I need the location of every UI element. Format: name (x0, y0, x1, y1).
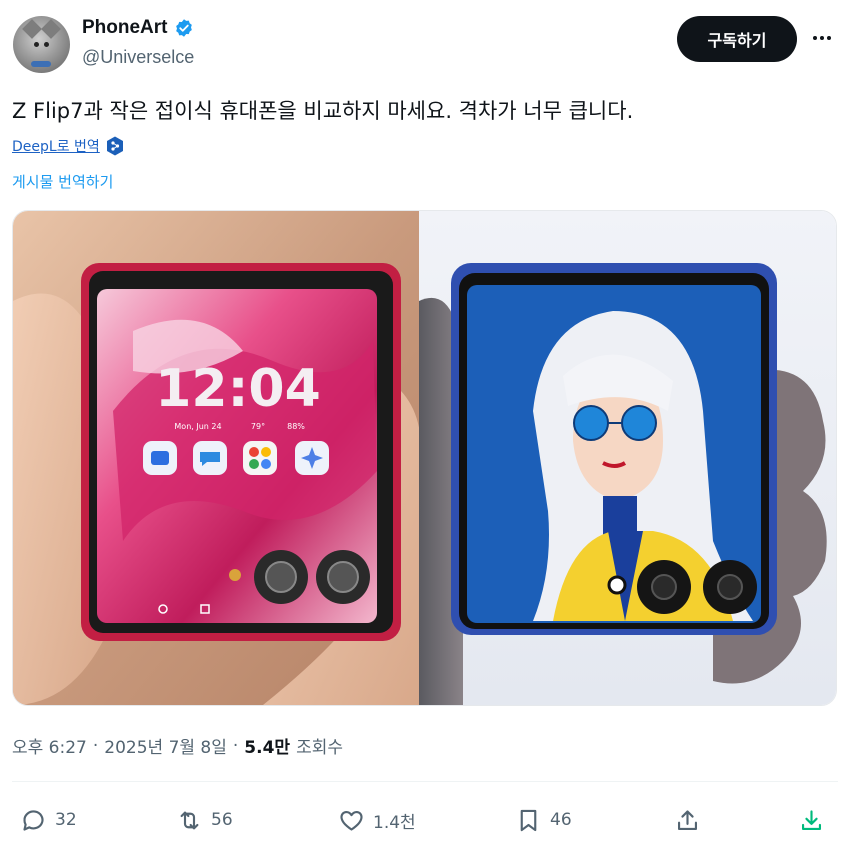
meta-separator: · (232, 735, 239, 756)
left-phone-weather: 79° (251, 422, 265, 431)
like-button[interactable]: 1.4천 (338, 800, 416, 840)
reply-button[interactable]: 32 (20, 800, 77, 840)
left-flash (229, 569, 241, 581)
tweet-date[interactable]: 2025년 7월 8일 (104, 733, 227, 758)
more-horizontal-icon[interactable] (808, 24, 836, 52)
reply-count: 32 (55, 810, 77, 830)
repost-button[interactable]: 56 (176, 800, 233, 840)
author-avatar[interactable] (13, 16, 70, 73)
left-phone-battery: 88% (287, 422, 305, 431)
avatar-ear (22, 19, 42, 39)
author-display-name[interactable]: PhoneArt (82, 17, 168, 39)
tweet-time[interactable]: 오후 6:27 (12, 733, 87, 758)
like-count: 1.4천 (373, 812, 416, 833)
tweet-text: Z Flip7과 작은 접이식 휴대폰을 비교하지 마세요. 격차가 너무 큽니… (12, 99, 634, 123)
download-button[interactable] (798, 800, 825, 840)
photos-app-icon (243, 441, 277, 475)
bookmark-icon (520, 809, 537, 831)
action-bar: 32 56 1.4천 46 (0, 800, 850, 840)
character-sunglasses-left (573, 405, 609, 441)
bookmark-count: 46 (550, 810, 572, 830)
avatar-eye (44, 42, 49, 47)
repost-count: 56 (211, 810, 233, 830)
tweet-meta: 오후 6:27 · 2025년 7월 8일 · 5.4만 조회수 (12, 733, 343, 759)
meta-separator: · (92, 735, 99, 756)
bookmark-button[interactable]: 46 (515, 800, 572, 840)
deepl-logo-icon (106, 136, 123, 156)
avatar-collar (31, 61, 51, 67)
deepl-translate-link[interactable]: DeepL로 번역 (12, 136, 100, 156)
actions-divider (12, 781, 838, 782)
character-sunglasses-right (621, 405, 657, 441)
tweet-media-image[interactable]: 12:04 Mon, Jun 24 79° 88% (12, 210, 837, 706)
views-label: 조회수 (296, 738, 343, 758)
right-flash (607, 575, 627, 595)
share-button[interactable] (674, 800, 701, 840)
share-icon (677, 809, 698, 830)
repost-icon (180, 811, 199, 829)
author-name-row: PhoneArt (82, 17, 194, 39)
translate-post-link[interactable]: 게시물 번역하기 (12, 171, 113, 192)
avatar-eye (34, 42, 39, 47)
left-phone-clock: 12:04 (155, 359, 321, 419)
deepl-translate-row: DeepL로 번역 (12, 136, 124, 156)
left-phone-date: Mon, Jun 24 (174, 422, 221, 431)
heart-icon (340, 810, 363, 831)
author-handle[interactable]: @Universelce (82, 47, 194, 68)
avatar-ear (41, 19, 61, 39)
phones-photo: 12:04 Mon, Jun 24 79° 88% (13, 211, 836, 705)
reply-icon (23, 809, 44, 831)
views-count: 5.4만 (244, 738, 291, 758)
verified-badge-icon[interactable] (174, 18, 194, 38)
download-icon (801, 809, 822, 830)
subscribe-button[interactable]: 구독하기 (677, 16, 797, 62)
